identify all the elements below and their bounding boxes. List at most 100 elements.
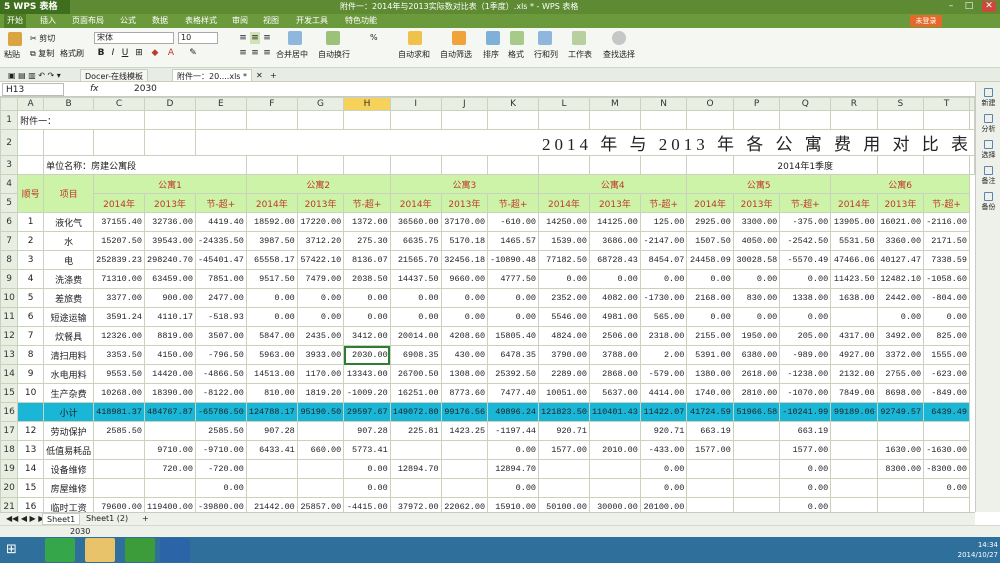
menu-special[interactable]: 特色功能 — [345, 14, 377, 28]
value-cell[interactable]: 21565.70 — [389, 250, 442, 270]
value-cell[interactable] — [93, 459, 146, 479]
sub-header[interactable]: 2014年 — [93, 193, 146, 213]
value-cell[interactable]: 12482.10 — [876, 269, 925, 289]
cell[interactable] — [296, 110, 345, 130]
value-cell[interactable]: 12894.70 — [487, 459, 540, 479]
value-cell[interactable]: 6908.35 — [389, 345, 442, 365]
value-cell[interactable]: 0.00 — [639, 478, 688, 498]
seq-cell[interactable]: 4 — [17, 269, 45, 289]
cell[interactable] — [389, 110, 442, 130]
value-cell[interactable]: -1070.00 — [779, 383, 832, 403]
cell[interactable] — [779, 110, 832, 130]
value-cell[interactable]: 0.00 — [639, 459, 688, 479]
explorer-icon[interactable] — [85, 538, 115, 562]
row-header[interactable]: 16 — [0, 402, 19, 422]
value-cell[interactable]: 14437.50 — [389, 269, 442, 289]
font-family-select[interactable]: 宋体 — [94, 32, 174, 44]
cell[interactable] — [17, 155, 45, 175]
value-cell[interactable]: 63459.00 — [144, 269, 196, 289]
value-cell[interactable] — [686, 459, 734, 479]
value-cell[interactable]: 119400.00 — [144, 497, 196, 512]
value-cell[interactable]: -610.00 — [487, 212, 540, 232]
value-cell[interactable]: 1740.00 — [686, 383, 734, 403]
windows-start-icon[interactable]: ⊞ — [6, 542, 17, 557]
row-header[interactable]: 18 — [0, 440, 19, 460]
copy-button[interactable]: ⧉ 复制 — [30, 48, 54, 59]
value-cell[interactable]: -623.00 — [923, 364, 970, 384]
value-cell[interactable]: 99189.06 — [830, 402, 878, 422]
font-size-select[interactable]: 10 — [178, 32, 218, 44]
value-cell[interactable]: 0.00 — [876, 307, 925, 327]
value-cell[interactable]: 21442.00 — [245, 497, 298, 512]
value-cell[interactable]: -796.50 — [194, 345, 247, 365]
apartment-group-header[interactable]: 公寓3 — [389, 174, 540, 194]
value-cell[interactable]: 0.00 — [779, 307, 832, 327]
item-cell[interactable]: 电 — [43, 250, 95, 270]
value-cell[interactable] — [923, 497, 970, 512]
sub-header[interactable]: 节-超+ — [194, 193, 247, 213]
fill-color-icon[interactable]: ◆ — [150, 47, 160, 59]
value-cell[interactable] — [876, 497, 925, 512]
apartment-group-header[interactable]: 公寓6 — [830, 174, 970, 194]
value-cell[interactable]: 920.71 — [538, 421, 590, 441]
value-cell[interactable]: 2352.00 — [538, 288, 590, 308]
menu-developer[interactable]: 开发工具 — [296, 14, 328, 28]
row-header[interactable]: 7 — [0, 231, 19, 251]
value-cell[interactable] — [538, 459, 590, 479]
value-cell[interactable]: 0.00 — [343, 307, 391, 327]
row-header[interactable]: 17 — [0, 421, 19, 441]
value-cell[interactable]: 32736.00 — [144, 212, 196, 232]
value-cell[interactable]: 0.00 — [343, 288, 391, 308]
column-header-G[interactable]: G — [296, 97, 345, 111]
menu-home[interactable]: 开始 — [4, 14, 26, 28]
value-cell[interactable]: 2.00 — [639, 345, 688, 365]
apartment-group-header[interactable]: 公寓2 — [245, 174, 391, 194]
value-cell[interactable]: 3507.00 — [194, 326, 247, 346]
value-cell[interactable]: 1372.00 — [343, 212, 391, 232]
cell[interactable] — [389, 155, 442, 175]
value-cell[interactable]: 2755.00 — [876, 364, 925, 384]
value-cell[interactable]: 1950.00 — [732, 326, 781, 346]
value-cell[interactable] — [830, 497, 878, 512]
apartment-group-header[interactable]: 公寓5 — [686, 174, 832, 194]
cell[interactable] — [588, 110, 641, 130]
value-cell[interactable]: 7338.59 — [923, 250, 970, 270]
name-box[interactable]: H13 — [2, 83, 64, 96]
value-cell[interactable] — [588, 478, 641, 498]
cell[interactable] — [923, 155, 970, 175]
value-cell[interactable]: 8698.00 — [876, 383, 925, 403]
value-cell[interactable]: 20100.00 — [639, 497, 688, 512]
sub-header[interactable]: 节-超+ — [639, 193, 688, 213]
value-cell[interactable]: 16021.00 — [876, 212, 925, 232]
value-cell[interactable]: -24335.50 — [194, 231, 247, 251]
sub-header[interactable]: 节-超+ — [779, 193, 832, 213]
value-cell[interactable]: 830.00 — [732, 288, 781, 308]
value-cell[interactable] — [245, 459, 298, 479]
value-cell[interactable]: 1539.00 — [538, 231, 590, 251]
value-cell[interactable]: -720.00 — [194, 459, 247, 479]
value-cell[interactable]: 205.00 — [779, 326, 832, 346]
cell[interactable] — [487, 155, 540, 175]
value-cell[interactable] — [876, 421, 925, 441]
value-cell[interactable] — [389, 440, 442, 460]
align-right-icon[interactable]: ≡ — [262, 47, 272, 59]
value-cell[interactable]: 51966.58 — [732, 402, 781, 422]
value-cell[interactable]: 663.19 — [686, 421, 734, 441]
value-cell[interactable] — [440, 459, 489, 479]
value-cell[interactable]: 720.00 — [144, 459, 196, 479]
row-header[interactable]: 4 — [0, 174, 19, 194]
value-cell[interactable]: 2618.00 — [732, 364, 781, 384]
cell[interactable] — [245, 110, 298, 130]
value-cell[interactable]: 15910.00 — [487, 497, 540, 512]
value-cell[interactable]: 12894.70 — [389, 459, 442, 479]
cell[interactable] — [538, 155, 590, 175]
clear-format-icon[interactable]: ✎ — [188, 47, 198, 59]
value-cell[interactable]: 0.00 — [389, 288, 442, 308]
column-header-R[interactable]: R — [830, 97, 878, 111]
percent-button[interactable]: % — [370, 33, 378, 42]
value-cell[interactable]: 484767.87 — [144, 402, 196, 422]
value-cell[interactable]: 3353.50 — [93, 345, 146, 365]
menu-review[interactable]: 审阅 — [232, 14, 248, 28]
value-cell[interactable]: 22062.00 — [440, 497, 489, 512]
value-cell[interactable]: 149072.80 — [389, 402, 442, 422]
